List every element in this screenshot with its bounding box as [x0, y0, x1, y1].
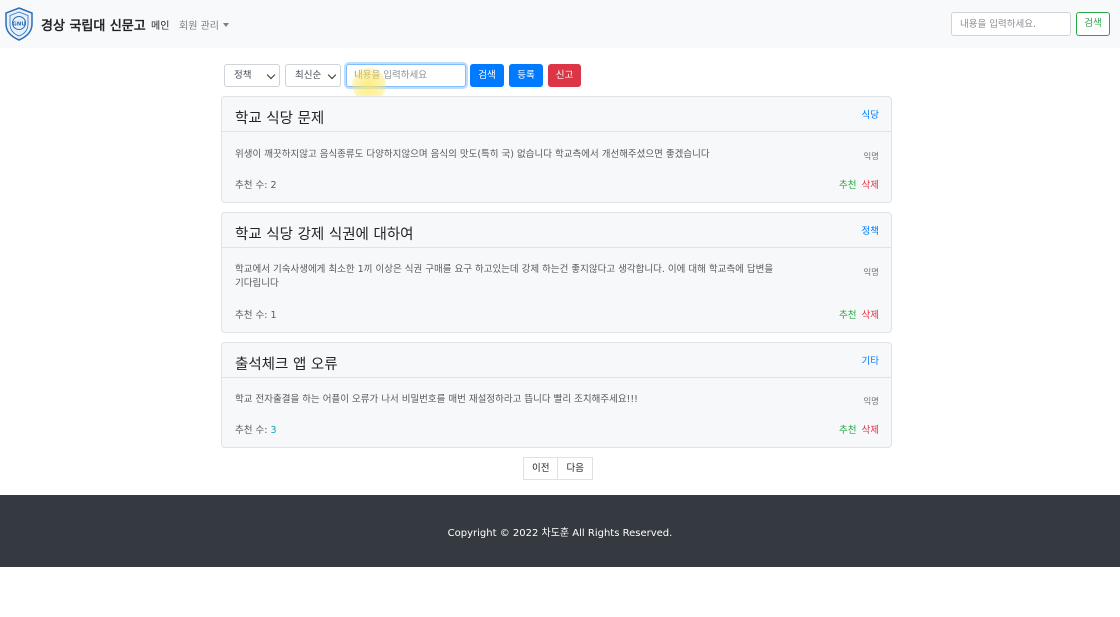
chevron-down-icon [327, 70, 337, 80]
recommend-count-value: 3 [270, 425, 277, 436]
post-author: 익명 [863, 397, 879, 407]
report-button[interactable]: 신고 [548, 64, 581, 87]
next-page-button[interactable]: 다음 [558, 457, 593, 480]
post-author: 익명 [863, 268, 879, 278]
post-content: 학교에서 기숙사생에게 최소한 1끼 이상은 식권 구매를 요구 하고있는데 강… [235, 264, 774, 289]
nav-dropdown-label: 회원 관리 [179, 21, 219, 32]
recommend-count-value: 1 [270, 310, 277, 321]
post-title: 학교 식당 문제 [235, 111, 325, 127]
post-card: 학교 식당 강제 식권에 대하여 정책 학교에서 기숙사생에게 최소한 1끼 이… [221, 212, 892, 333]
post-author: 익명 [863, 152, 879, 162]
category-select[interactable]: 정책 [224, 64, 280, 87]
post-actions: 추천 삭제 [839, 307, 879, 321]
search-button[interactable]: 검색 [470, 64, 504, 87]
delete-button[interactable]: 삭제 [862, 425, 879, 436]
navbar-search-input[interactable] [951, 12, 1071, 36]
prev-page-button[interactable]: 이전 [523, 457, 559, 480]
recommend-count: 추천 수: 2 [235, 177, 277, 191]
recommend-count-value: 2 [270, 180, 277, 191]
pagination: 이전 다음 [523, 457, 593, 480]
recommend-button[interactable]: 추천 [839, 180, 856, 191]
delete-button[interactable]: 삭제 [862, 180, 879, 191]
university-logo-icon[interactable]: GNU [4, 7, 34, 41]
brand-title[interactable]: 경상 국립대 신문고 [41, 15, 146, 34]
nav-dropdown-members[interactable]: 회원 관리 [179, 17, 229, 32]
recommend-count: 추천 수: 3 [235, 422, 277, 436]
post-actions: 추천 삭제 [839, 177, 879, 191]
navbar-search-button[interactable]: 검색 [1076, 12, 1110, 36]
footer: Copyright © 2022 차도훈 All Rights Reserved… [0, 495, 1120, 567]
post-category-link[interactable]: 기타 [862, 353, 879, 367]
logo-text: GNU [12, 22, 26, 28]
card-header: 출석체크 앱 오류 기타 [222, 343, 891, 378]
recommend-button[interactable]: 추천 [839, 425, 856, 436]
recommend-button[interactable]: 추천 [839, 310, 856, 321]
nav-link-main[interactable]: 메인 [151, 17, 169, 32]
sort-select-value: 최신순 [295, 70, 322, 81]
caret-down-icon [222, 23, 229, 27]
post-category-link[interactable]: 식당 [862, 107, 879, 121]
card-header: 학교 식당 강제 식권에 대하여 정책 [222, 213, 891, 248]
sort-select[interactable]: 최신순 [285, 64, 341, 87]
navbar: GNU 경상 국립대 신문고 메인 회원 관리 검색 [0, 0, 1120, 48]
recommend-count-label: 추천 수: [235, 310, 271, 321]
recommend-count-label: 추천 수: [235, 425, 271, 436]
post-content: 위생이 깨끗하지않고 음식종류도 다양하지않으며 음식의 맛도(특히 국) 없습… [235, 149, 710, 160]
delete-button[interactable]: 삭제 [862, 310, 879, 321]
copyright-text: Copyright © 2022 차도훈 All Rights Reserved… [447, 528, 673, 539]
post-title: 학교 식당 강제 식권에 대하여 [235, 227, 414, 243]
recommend-count: 추천 수: 1 [235, 307, 277, 321]
category-select-value: 정책 [234, 70, 252, 81]
post-content: 학교 전자출결을 하는 어플이 오류가 나서 비밀번호를 매번 재설정하라고 뜹… [235, 394, 638, 405]
post-title: 출석체크 앱 오류 [235, 357, 338, 373]
recommend-count-label: 추천 수: [235, 180, 271, 191]
post-card: 출석체크 앱 오류 기타 학교 전자출결을 하는 어플이 오류가 나서 비밀번호… [221, 342, 892, 448]
post-actions: 추천 삭제 [839, 422, 879, 436]
register-button[interactable]: 등록 [509, 64, 543, 87]
content-input[interactable] [346, 64, 466, 87]
card-header: 학교 식당 문제 식당 [222, 97, 891, 132]
post-card: 학교 식당 문제 식당 위생이 깨끗하지않고 음식종류도 다양하지않으며 음식의… [221, 96, 892, 203]
chevron-down-icon [266, 70, 276, 80]
post-category-link[interactable]: 정책 [862, 223, 879, 237]
